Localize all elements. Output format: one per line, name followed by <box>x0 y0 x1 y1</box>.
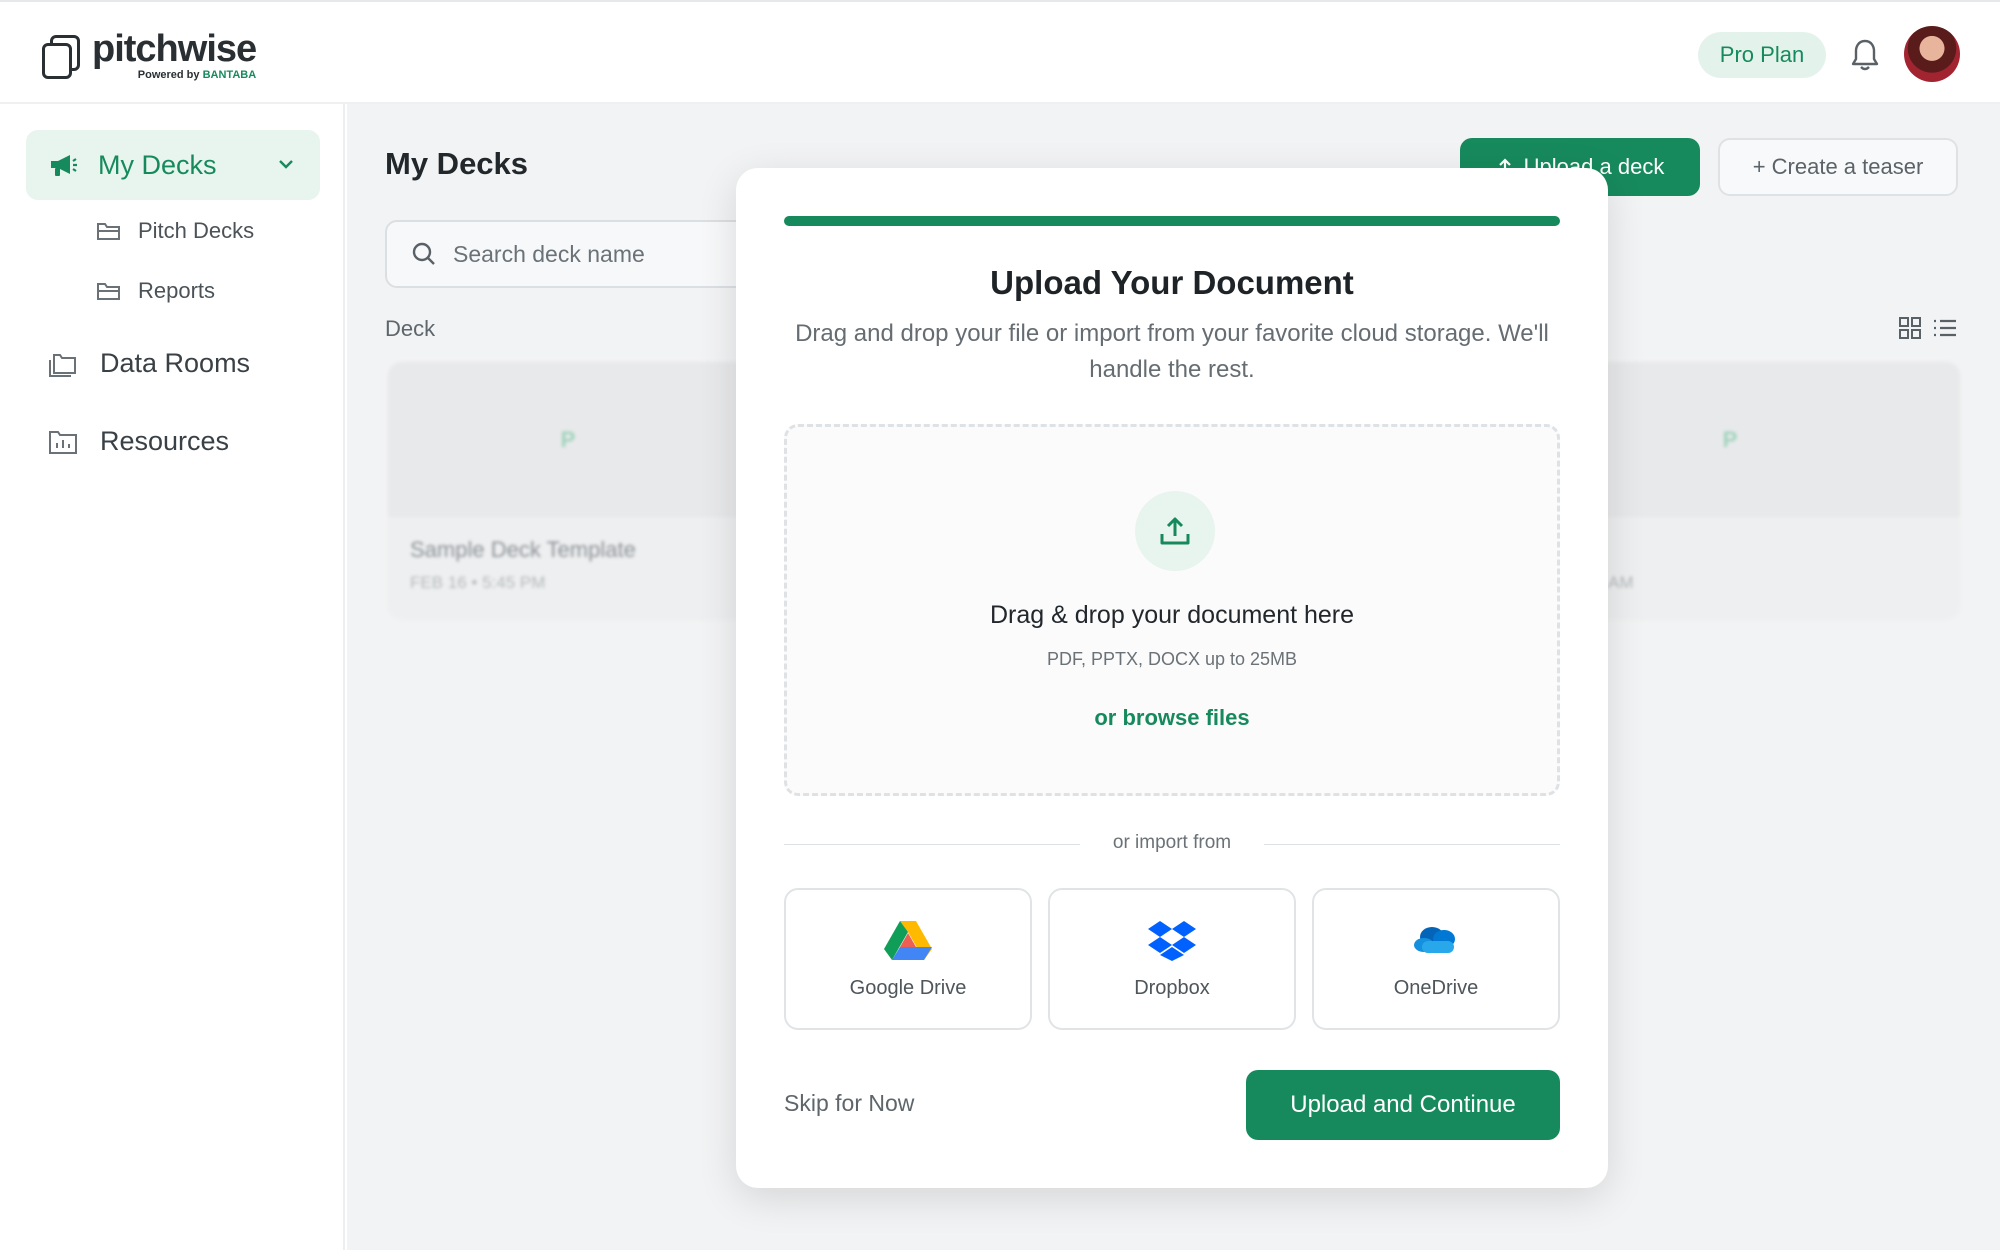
megaphone-icon <box>51 155 77 176</box>
section-label: Deck <box>385 316 436 341</box>
search-icon <box>412 242 435 265</box>
sidebar-item-pitch-decks[interactable]: Pitch Decks <box>96 218 254 244</box>
logo-powered-by: Powered by BANTABA <box>137 69 257 81</box>
upload-icon <box>1135 491 1215 571</box>
deck-title: Sample Deck Template <box>410 537 636 562</box>
browse-files-link[interactable]: or browse files <box>787 705 1557 731</box>
user-avatar[interactable] <box>1904 26 1960 82</box>
search-input[interactable]: Search deck name <box>385 220 785 288</box>
modal-title: Upload Your Document <box>990 264 1354 301</box>
sidebar: My Decks Pitch Decks Reports Data Rooms … <box>0 104 345 1250</box>
list-view-icon[interactable] <box>1932 316 1958 340</box>
pitchwise-logo[interactable]: pitchwise Powered by BANTABA <box>40 28 257 81</box>
progress-bar <box>784 216 1560 226</box>
grid-view-icon[interactable] <box>1898 316 1922 340</box>
dropzone-formats: PDF, PPTX, DOCX up to 25MB <box>1046 649 1298 669</box>
source-name: Google Drive <box>849 976 967 999</box>
sidebar-item-data-rooms[interactable]: Data Rooms <box>48 348 250 379</box>
deck-date: FEB 16 • 5:45 PM <box>410 573 546 592</box>
deck-thumbnail: P <box>388 362 748 517</box>
onedrive-icon <box>1414 926 1455 953</box>
folder-icon <box>97 223 120 240</box>
import-label: or import from <box>1090 832 1254 853</box>
view-toggle <box>1898 316 1958 340</box>
logo-wordmark: pitchwise <box>92 28 257 70</box>
sidebar-item-reports[interactable]: Reports <box>96 278 215 304</box>
bell-icon[interactable] <box>1850 38 1880 72</box>
upload-modal: Upload Your Document Drag and drop your … <box>736 168 1608 1188</box>
source-name: Dropbox <box>1134 976 1210 999</box>
sidebar-item-label: Resources <box>100 426 230 456</box>
chart-folder-icon <box>49 430 77 454</box>
logo-mark-icon <box>40 33 84 79</box>
sidebar-item-my-decks[interactable]: My Decks <box>26 130 320 200</box>
dropzone[interactable]: Drag & drop your document here PDF, PPTX… <box>784 424 1560 796</box>
folders-icon <box>49 353 76 377</box>
create-teaser-button[interactable]: + Create a teaser <box>1718 138 1958 196</box>
pro-plan-badge[interactable]: Pro Plan <box>1698 32 1826 78</box>
folder-icon <box>97 283 120 300</box>
sidebar-item-label: My Decks <box>98 149 217 180</box>
sidebar-item-resources[interactable]: Resources <box>48 426 229 457</box>
modal-description: Drag and drop your file or import from y… <box>795 320 1549 383</box>
deck-card[interactable]: P Sample Deck Template FEB 16 • 5:45 PM <box>388 362 748 620</box>
sidebar-item-label: Pitch Decks <box>138 218 255 243</box>
import-divider: or import from <box>784 832 1560 856</box>
page-title: My Decks <box>385 146 529 181</box>
onedrive-button[interactable]: OneDrive <box>1312 888 1560 1030</box>
dropbox-button[interactable]: Dropbox <box>1048 888 1296 1030</box>
dropbox-icon <box>1148 920 1196 961</box>
dropzone-title: Drag & drop your document here <box>989 601 1355 629</box>
top-bar: pitchwise Powered by BANTABA Pro Plan <box>0 0 2000 104</box>
source-name: OneDrive <box>1393 976 1479 999</box>
sidebar-item-label: Data Rooms <box>100 348 251 378</box>
skip-button[interactable]: Skip for Now <box>784 1090 914 1117</box>
upload-continue-button[interactable]: Upload and Continue <box>1246 1070 1560 1140</box>
chevron-down-icon[interactable] <box>276 154 296 174</box>
search-placeholder: Search deck name <box>453 240 645 267</box>
google-drive-button[interactable]: Google Drive <box>784 888 1032 1030</box>
google-drive-icon <box>884 920 932 960</box>
deck-date: AM <box>1608 573 1634 592</box>
sidebar-item-label: Reports <box>138 278 216 303</box>
